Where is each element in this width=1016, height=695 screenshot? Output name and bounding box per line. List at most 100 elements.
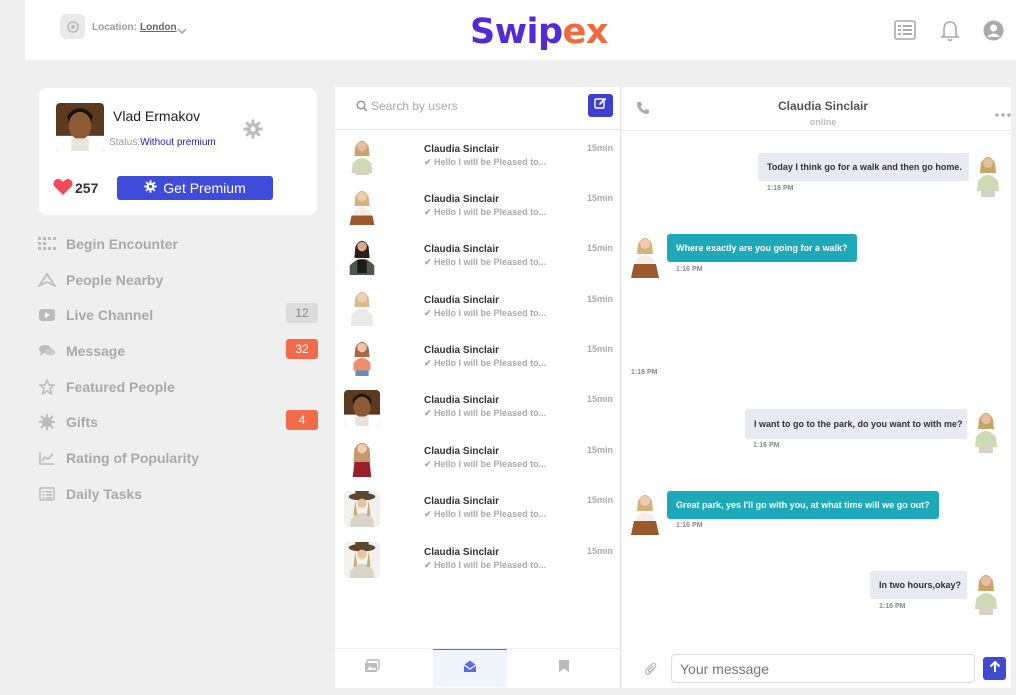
avatar	[344, 390, 380, 426]
conversation-preview: ✔ Hello I will be Pleased to...	[424, 308, 546, 319]
edit-icon	[594, 97, 607, 115]
search-bar	[335, 87, 621, 130]
get-premium-button[interactable]: Get Premium	[117, 176, 273, 200]
conversation-time: 15min	[587, 495, 614, 505]
check-icon: ✔	[424, 509, 435, 519]
sidebar-item-message[interactable]: Message 32	[38, 333, 318, 369]
conversation-item[interactable]: Claudia Sinclair ✔ Hello I will be Pleas…	[335, 486, 621, 536]
avatar	[344, 189, 380, 225]
more-options-icon[interactable]	[995, 104, 1011, 122]
logo-text-accent: ex	[562, 12, 609, 52]
message-time: 1:16 PM	[676, 522, 703, 529]
chat-bubble-incoming: Where exactly are you going for a walk?	[667, 234, 857, 262]
profile-status: Status:Without premium	[109, 137, 216, 148]
app-logo[interactable]: Swipex	[470, 12, 608, 52]
conversation-time: 15min	[587, 193, 614, 203]
conversation-item[interactable]: Claudia Sinclair ✔ Hello I will be Pleas…	[335, 335, 621, 385]
bell-icon[interactable]	[940, 20, 960, 47]
sidebar-item-people-nearby[interactable]: People Nearby	[38, 262, 318, 298]
sidebar-item-label: Featured People	[66, 378, 175, 395]
conversation-item[interactable]: Claudia Sinclair ✔ Hello I will be Pleas…	[335, 184, 621, 234]
user-account-icon[interactable]	[983, 20, 1004, 46]
search-input[interactable]	[371, 96, 551, 116]
tab-saved[interactable]	[527, 649, 601, 687]
sidebar-item-live-channel[interactable]: Live Channel 12	[38, 297, 318, 333]
location-target-icon[interactable]	[60, 14, 85, 39]
avatar	[344, 441, 380, 477]
conversation-name: Claudia Sinclair	[424, 547, 500, 558]
conversation-preview: ✔ Hello I will be Pleased to...	[424, 408, 546, 419]
conversation-item[interactable]: Claudia Sinclair ✔ Hello I will be Pleas…	[335, 436, 621, 486]
gear-icon	[144, 180, 157, 196]
avatar	[626, 232, 664, 278]
gear-icon[interactable]	[243, 119, 263, 144]
conversation-preview-text: Hello I will be Pleased to...	[434, 257, 547, 267]
conversation-time: 15min	[587, 294, 614, 304]
conversation-preview: ✔ Hello I will be Pleased to...	[424, 157, 546, 168]
conversation-item[interactable]: Claudia Sinclair ✔ Hello I will be Pleas…	[335, 134, 621, 184]
message-composer	[622, 648, 1011, 688]
video-icon	[38, 306, 56, 324]
star-icon	[38, 378, 56, 396]
conversation-preview: ✔ Hello I will be Pleased to...	[424, 509, 546, 520]
location-value[interactable]: London	[140, 22, 177, 33]
envelope-open-icon	[463, 659, 477, 678]
avatar	[344, 139, 380, 175]
tab-messages[interactable]	[433, 649, 507, 687]
heart-icon	[53, 178, 73, 201]
conversation-time: 15min	[587, 546, 614, 556]
conversation-preview-text: Hello I will be Pleased to...	[434, 459, 547, 469]
message-time: 1:16 PM	[631, 369, 658, 376]
conversation-item[interactable]: Claudia Sinclair ✔ Hello I will be Pleas…	[335, 285, 621, 335]
conversation-name: Claudia Sinclair	[424, 345, 500, 356]
check-icon: ✔	[424, 560, 435, 570]
conversation-item[interactable]: Claudia Sinclair ✔ Hello I will be Pleas…	[335, 537, 621, 587]
search-icon	[356, 99, 368, 117]
news-feed-icon[interactable]	[894, 20, 916, 45]
conversation-preview-text: Hello I will be Pleased to...	[434, 308, 547, 318]
check-icon: ✔	[424, 207, 435, 217]
send-button[interactable]	[983, 657, 1006, 680]
conversation-preview-text: Hello I will be Pleased to...	[434, 157, 547, 167]
conversation-time: 15min	[587, 344, 614, 354]
sidebar-item-label: Daily Tasks	[66, 485, 143, 502]
conversation-preview-text: Hello I will be Pleased to...	[434, 207, 547, 217]
sidebar-item-daily-tasks[interactable]: Daily Tasks	[38, 476, 318, 512]
sidebar-item-featured-people[interactable]: Featured People	[38, 369, 318, 405]
sidebar-item-label: People Nearby	[66, 271, 164, 288]
check-icon: ✔	[424, 257, 435, 267]
conversation-time: 15min	[587, 243, 614, 253]
sidebar-item-gifts[interactable]: Gifts 4	[38, 404, 318, 440]
status-value[interactable]: Without premium	[140, 137, 216, 148]
message-input[interactable]	[671, 654, 975, 683]
sidebar-item-rating-of-popularity[interactable]: Rating of Popularity	[38, 440, 318, 476]
check-icon: ✔	[424, 358, 435, 368]
conversation-preview: ✔ Hello I will be Pleased to...	[424, 358, 546, 369]
chevron-down-icon[interactable]	[177, 22, 187, 40]
location-label: Location:	[92, 22, 137, 33]
conversation-name: Claudia Sinclair	[424, 395, 500, 406]
conversation-preview: ✔ Hello I will be Pleased to...	[424, 459, 546, 470]
chat-bubbles-icon	[38, 342, 56, 360]
conversation-preview-text: Hello I will be Pleased to...	[434, 560, 547, 570]
gift-icon	[38, 413, 56, 431]
chat-bubble-incoming: Great park, yes I'll go with you, at wha…	[667, 491, 939, 519]
location-selector[interactable]: Location: London	[92, 22, 177, 33]
avatar	[967, 407, 1005, 453]
chat-bubble-outgoing: Today I think go for a walk and then go …	[758, 153, 971, 181]
conversation-preview: ✔ Hello I will be Pleased to...	[424, 560, 546, 571]
conversation-time: 15min	[587, 445, 614, 455]
avatar	[969, 151, 1007, 197]
compose-button[interactable]	[588, 94, 613, 117]
list-icon	[38, 485, 56, 503]
dog-sticker	[624, 316, 664, 360]
paperclip-icon[interactable]	[644, 662, 658, 681]
conversation-item[interactable]: Claudia Sinclair ✔ Hello I will be Pleas…	[335, 234, 621, 284]
conversation-item[interactable]: Claudia Sinclair ✔ Hello I will be Pleas…	[335, 385, 621, 435]
conversation-name: Claudia Sinclair	[424, 244, 500, 255]
avatar	[967, 569, 1005, 615]
avatar[interactable]	[56, 103, 104, 151]
sidebar-item-begin-encounter[interactable]: Begin Encounter	[38, 226, 318, 262]
conversation-time: 15min	[587, 394, 614, 404]
tab-gallery[interactable]	[335, 649, 409, 687]
